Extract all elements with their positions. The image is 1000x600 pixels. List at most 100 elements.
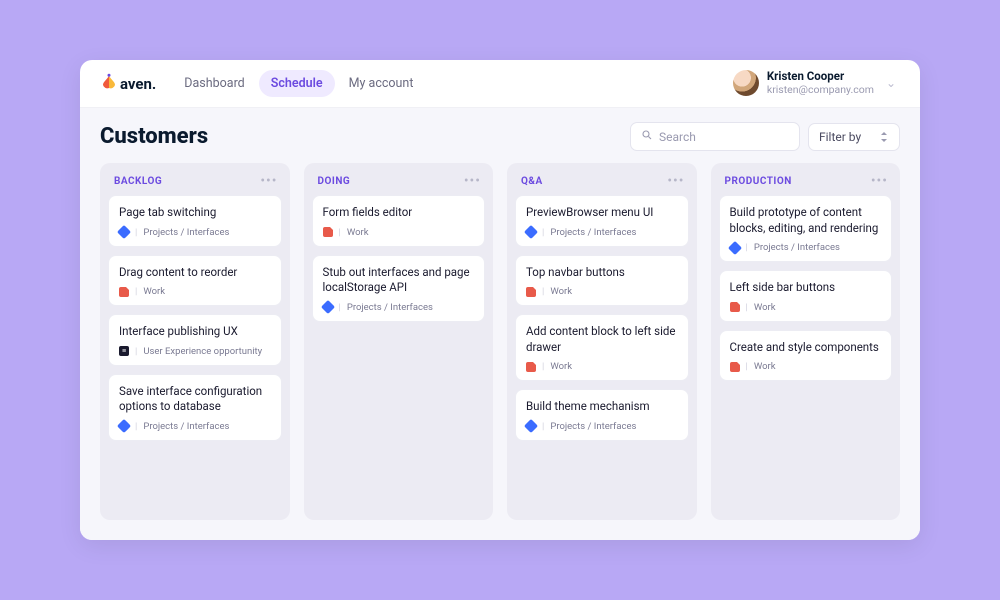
- user-menu[interactable]: Kristen Cooper kristen@company.com ⌄: [733, 70, 900, 96]
- card-tag: |Projects / Interfaces: [730, 242, 882, 253]
- kanban-card[interactable]: Create and style components|Work: [719, 330, 893, 382]
- kanban-card[interactable]: Build theme mechanism | Projects / Interfa…: [515, 389, 689, 441]
- tag-label: Work: [347, 227, 369, 238]
- column-header: BACKLOG •••: [108, 171, 282, 195]
- tag-label: Projects / Interfaces: [347, 302, 433, 313]
- card-tag: | Projects / Interfaces: [119, 227, 271, 238]
- search-input[interactable]: Search: [630, 122, 800, 151]
- column-header: DOING •••: [312, 171, 486, 195]
- blue-tag-icon: [524, 419, 538, 433]
- card-tag: | Work: [526, 361, 678, 372]
- column-title: Q&A: [521, 176, 543, 187]
- kanban-card[interactable]: Save interface configuration options to …: [108, 374, 282, 441]
- card-tag: | Projects / Interfaces: [526, 421, 678, 432]
- card-title: Build theme mechanism: [526, 399, 678, 415]
- tag-separator: |: [135, 421, 137, 432]
- red-tag-icon: [526, 362, 536, 372]
- search-placeholder: Search: [659, 130, 696, 144]
- kanban-card[interactable]: Top navbar buttons |Work: [515, 255, 689, 307]
- card-tag: ≡|User Experience opportunity: [119, 346, 271, 357]
- tag-label: User Experience opportunity: [143, 346, 262, 357]
- red-tag-icon: [730, 302, 740, 312]
- card-title: Top navbar buttons: [526, 265, 678, 281]
- card-tag: |Work: [119, 286, 271, 297]
- more-icon[interactable]: •••: [464, 173, 481, 189]
- more-icon[interactable]: •••: [260, 173, 277, 189]
- nav-links: Dashboard Schedule My account: [172, 70, 425, 97]
- tag-separator: |: [135, 227, 137, 238]
- kanban-card[interactable]: Drag content to reorder|Work: [108, 255, 282, 307]
- tag-label: Work: [754, 302, 776, 313]
- tag-label: Work: [550, 361, 572, 372]
- column-title: DOING: [318, 176, 351, 187]
- filter-label: Filter by: [819, 130, 861, 144]
- page-title: Customers: [100, 124, 208, 149]
- tag-label: Projects / Interfaces: [754, 242, 840, 253]
- user-email: kristen@company.com: [767, 84, 874, 97]
- user-name: Kristen Cooper: [767, 70, 874, 84]
- kanban-card[interactable]: Build prototype of content blocks, editi…: [719, 195, 893, 262]
- blue-tag-icon: [524, 225, 538, 239]
- card-title: Save interface configuration options to …: [119, 384, 271, 415]
- card-tag: |Work: [526, 286, 678, 297]
- card-title: Left side bar buttons: [730, 280, 882, 296]
- brand-logo[interactable]: aven.: [100, 73, 156, 95]
- tag-separator: |: [339, 302, 341, 313]
- kanban-card[interactable]: Interface publishing UX≡|User Experience…: [108, 314, 282, 366]
- column-title: BACKLOG: [114, 176, 162, 187]
- card-tag: | Work: [323, 227, 475, 238]
- nav-schedule[interactable]: Schedule: [259, 70, 335, 97]
- tag-label: Work: [754, 361, 776, 372]
- tag-separator: |: [542, 361, 544, 372]
- kanban-card[interactable]: Left side bar buttons | Work: [719, 270, 893, 322]
- card-title: Add content block to left side drawer: [526, 324, 678, 355]
- kanban-card[interactable]: PreviewBrowser menu UI |Projects / Interf…: [515, 195, 689, 247]
- tag-label: Projects / Interfaces: [550, 227, 636, 238]
- card-tag: | Work: [730, 302, 882, 313]
- kanban-column: PRODUCTION ••• Build prototype of content …: [711, 163, 901, 520]
- tag-label: Projects / Interfaces: [143, 227, 229, 238]
- red-tag-icon: [526, 287, 536, 297]
- kanban-board: BACKLOG•••Page tab switching|Projects / …: [100, 163, 900, 520]
- blue-tag-icon: [117, 225, 131, 239]
- tag-separator: |: [746, 302, 748, 313]
- card-tag: |Work: [730, 361, 882, 372]
- nav-my-account[interactable]: My account: [337, 70, 426, 97]
- card-title: Form fields editor: [323, 205, 475, 221]
- dark-tag-icon: ≡: [119, 346, 129, 356]
- app-window: aven. Dashboard Schedule My account Kris…: [80, 60, 920, 540]
- kanban-column: DOING ••• Form fields editor | Work Stub out …: [304, 163, 494, 520]
- column-header: PRODUCTION •••: [719, 171, 893, 195]
- kanban-column: BACKLOG•••Page tab switching|Projects / …: [100, 163, 290, 520]
- blue-tag-icon: [727, 240, 741, 254]
- red-tag-icon: [323, 227, 333, 237]
- more-icon[interactable]: •••: [667, 173, 684, 189]
- content-area: Customers Search Filter by BACKLOG•••Pag…: [80, 108, 920, 540]
- kanban-column: Q&A•••PreviewBrowser menu UI|Projects / …: [507, 163, 697, 520]
- blue-tag-icon: [320, 300, 334, 314]
- more-icon[interactable]: •••: [871, 173, 888, 189]
- tag-separator: |: [339, 227, 341, 238]
- card-tag: | Projects / Interfaces: [323, 302, 475, 313]
- kanban-card[interactable]: Page tab switching|Projects / Interfaces: [108, 195, 282, 247]
- card-title: PreviewBrowser menu UI: [526, 205, 678, 221]
- blue-tag-icon: [117, 419, 131, 433]
- tag-separator: |: [542, 286, 544, 297]
- tag-label: Projects / Interfaces: [550, 421, 636, 432]
- nav-dashboard[interactable]: Dashboard: [172, 70, 256, 97]
- card-list: Page tab switching|Projects / Interfaces…: [108, 195, 282, 441]
- tag-label: Projects / Interfaces: [143, 421, 229, 432]
- column-header: Q&A •••: [515, 171, 689, 195]
- kanban-card[interactable]: Add content block to left side drawer | Wo…: [515, 314, 689, 381]
- tag-separator: |: [542, 421, 544, 432]
- sort-icon: [879, 132, 889, 142]
- topbar: aven. Dashboard Schedule My account Kris…: [80, 60, 920, 108]
- kanban-card[interactable]: Form fields editor | Work: [312, 195, 486, 247]
- title-bar: Customers Search Filter by: [100, 122, 900, 151]
- filter-dropdown[interactable]: Filter by: [808, 123, 900, 151]
- column-title: PRODUCTION: [725, 176, 792, 187]
- card-tag: |Projects / Interfaces: [526, 227, 678, 238]
- card-tag: | Projects / Interfaces: [119, 421, 271, 432]
- kanban-card[interactable]: Stub out interfaces and page localStorag…: [312, 255, 486, 322]
- card-title: Stub out interfaces and page localStorag…: [323, 265, 475, 296]
